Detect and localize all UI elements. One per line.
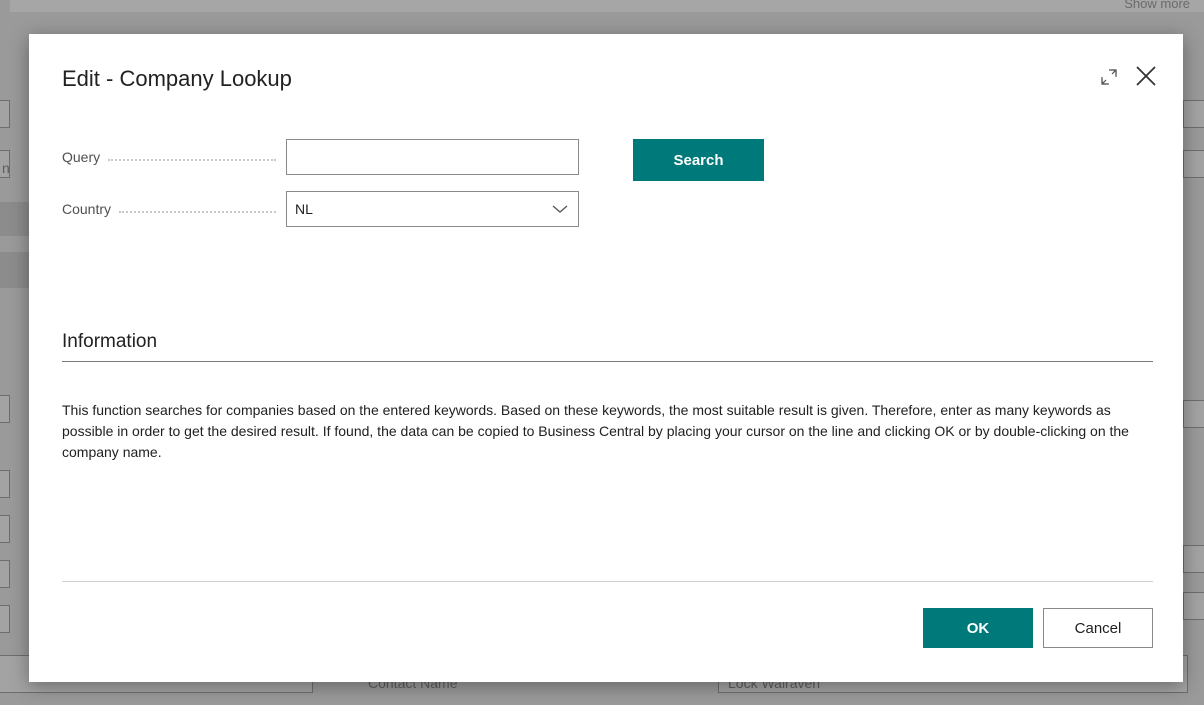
country-label: Country <box>62 201 112 217</box>
background-clipped-text: n <box>2 160 10 176</box>
background-field <box>1183 545 1204 573</box>
background-show-more-link: Show more <box>1124 0 1190 11</box>
background-field <box>0 605 10 633</box>
country-select-value: NL <box>295 201 313 217</box>
information-divider <box>62 361 1153 362</box>
query-field-row: Query <box>62 139 579 175</box>
background-header-strip <box>10 0 1204 12</box>
query-label-leader <box>108 158 276 161</box>
country-select[interactable]: NL <box>286 191 579 227</box>
search-button[interactable]: Search <box>633 139 764 181</box>
chevron-down-icon <box>552 205 568 213</box>
dialog-title: Edit - Company Lookup <box>62 66 292 91</box>
ok-button[interactable]: OK <box>923 608 1033 648</box>
background-field <box>0 560 10 588</box>
country-label-leader <box>119 210 276 213</box>
query-label: Query <box>62 149 101 165</box>
background-field <box>1183 400 1204 428</box>
background-field <box>1183 592 1204 620</box>
background-field <box>0 515 10 543</box>
close-button[interactable] <box>1131 61 1161 91</box>
query-input[interactable] <box>286 139 579 175</box>
country-field-row: Country NL <box>62 191 579 227</box>
expand-icon <box>1101 69 1117 85</box>
background-field <box>1183 100 1204 128</box>
close-icon <box>1136 66 1156 86</box>
background-field <box>0 100 10 128</box>
cancel-button[interactable]: Cancel <box>1043 608 1153 648</box>
background-field <box>1183 150 1204 178</box>
expand-button[interactable] <box>1095 63 1123 91</box>
background-field <box>0 470 10 498</box>
background-field <box>0 395 10 423</box>
information-heading: Information <box>62 331 158 352</box>
company-lookup-dialog: Edit - Company Lookup Query Country NL S… <box>29 34 1183 682</box>
footer-divider <box>62 581 1153 582</box>
information-text: This function searches for companies bas… <box>62 402 1129 460</box>
